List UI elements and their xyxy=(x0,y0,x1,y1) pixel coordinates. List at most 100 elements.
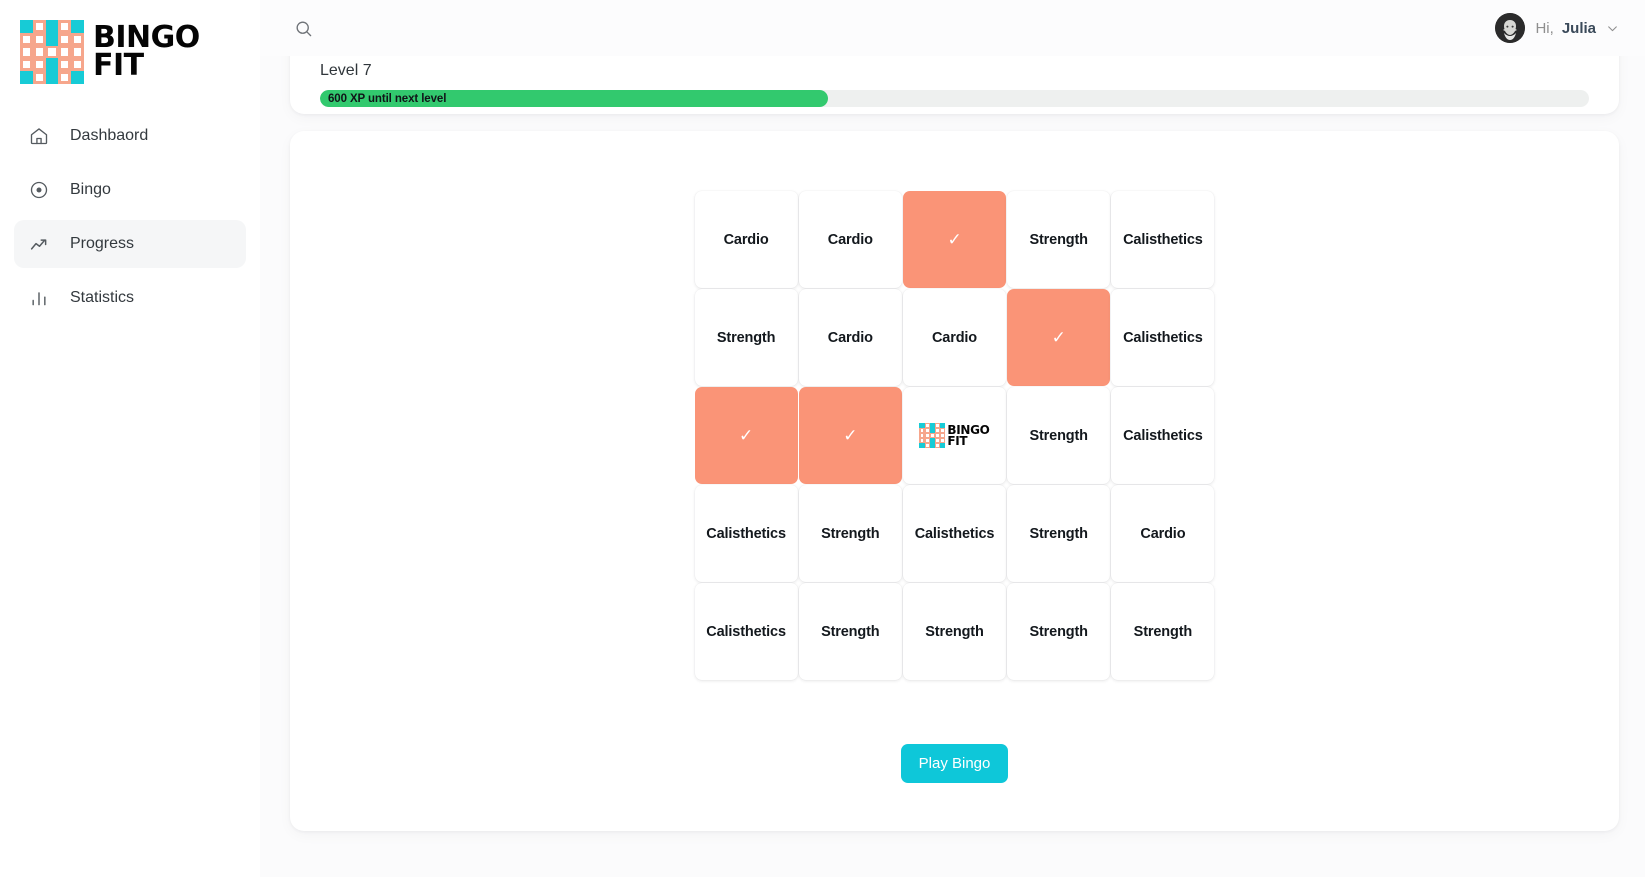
sidebar-item-dashboard-label: Dashbaord xyxy=(70,127,149,144)
sidebar-item-bingo[interactable]: Bingo xyxy=(14,166,246,214)
xp-progress-track: 600 XP until next level xyxy=(320,90,1589,107)
bingo-cell[interactable]: Strength xyxy=(798,583,902,680)
check-icon: ✓ xyxy=(739,425,754,445)
bingo-cell[interactable]: Calisthetics xyxy=(694,485,798,582)
free-space-logo: BINGO FIT xyxy=(919,422,990,449)
level-card: Level 7 600 XP until next level xyxy=(290,56,1619,114)
bingo-cell[interactable]: Strength xyxy=(1111,583,1215,680)
bingo-board-card: Cardio Cardio ✓ Strength Calisthetics Strengt… xyxy=(290,131,1619,831)
logo-cell-cyan xyxy=(71,71,84,84)
logo-cell-salmon xyxy=(71,45,84,59)
avatar xyxy=(1495,13,1526,43)
bingo-cell[interactable]: Cardio xyxy=(694,191,798,288)
bingo-cell-label: Strength xyxy=(1029,623,1088,640)
greeting-label: Hi, xyxy=(1535,19,1554,37)
page-content: Level 7 600 XP until next level Cardio Ca… xyxy=(260,56,1645,877)
check-icon: ✓ xyxy=(843,425,858,445)
user-menu[interactable]: Hi, Julia xyxy=(1495,13,1619,43)
bingo-cell[interactable]: Cardio xyxy=(798,289,902,386)
xp-progress-label: 600 XP until next level xyxy=(328,92,447,105)
logo-cell-cyan xyxy=(71,20,84,33)
sidebar-item-dashboard[interactable]: Dashbaord xyxy=(14,112,246,160)
bingo-grid: Cardio Cardio ✓ Strength Calisthetics Strengt… xyxy=(694,191,1215,680)
bingo-cell[interactable]: Calisthetics xyxy=(1111,289,1215,386)
bingo-cell-marked[interactable]: ✓ xyxy=(798,387,902,484)
topbar: Hi, Julia xyxy=(260,0,1645,56)
bingo-cell-label: Strength xyxy=(1029,231,1088,248)
logo-cell-salmon xyxy=(32,71,46,84)
bingo-cell-label: Cardio xyxy=(827,231,873,248)
bingo-cell[interactable]: Strength xyxy=(694,289,798,386)
sidebar-item-progress-label: Progress xyxy=(70,235,135,252)
logo-cell-salmon xyxy=(32,45,46,59)
main-area: Hi, Julia Level 7 600 XP until next leve… xyxy=(260,0,1645,877)
sidebar: BINGO FIT Dashbaord Bingo Progress Stati… xyxy=(0,0,260,877)
bingo-cell[interactable]: Calisthetics xyxy=(1111,387,1215,484)
bingo-cell-label: Strength xyxy=(716,329,776,346)
bingo-cell-marked[interactable]: ✓ xyxy=(1007,289,1111,386)
logo-cell-salmon xyxy=(20,58,33,72)
bingo-cell[interactable]: Cardio xyxy=(798,191,902,288)
bingo-cell-label: Strength xyxy=(821,525,880,542)
bingo-cell-label: Strength xyxy=(1029,525,1088,542)
bingo-cell[interactable]: Strength xyxy=(902,583,1007,680)
bingo-cell[interactable]: Cardio xyxy=(1111,485,1215,582)
bar-chart-icon xyxy=(28,287,50,309)
level-label: Level 7 xyxy=(320,62,372,79)
logo-cell-cyan xyxy=(45,58,59,72)
play-bingo-button[interactable]: Play Bingo xyxy=(900,744,1009,783)
sidebar-item-statistics[interactable]: Statistics xyxy=(14,274,246,322)
logo-cell-salmon xyxy=(20,45,33,59)
bingo-cell-label: Calisthetics xyxy=(706,525,786,542)
sidebar-item-statistics-label: Statistics xyxy=(70,289,135,306)
logo-cell-salmon xyxy=(58,58,72,72)
brand-logo[interactable]: BINGO FIT xyxy=(0,0,260,88)
bingo-cell[interactable]: Calisthetics xyxy=(1111,191,1215,288)
logo-cell-cyan xyxy=(45,71,59,84)
logo-cell-salmon xyxy=(32,20,46,33)
bingo-cell[interactable]: Strength xyxy=(1007,387,1111,484)
bingo-cell-marked[interactable]: ✓ xyxy=(902,191,1007,288)
logo-cell-cyan xyxy=(45,32,59,46)
target-icon xyxy=(28,179,50,201)
logo-cell-salmon xyxy=(58,71,72,84)
play-bingo-row: Play Bingo xyxy=(290,744,1619,783)
logo-cell-cyan xyxy=(940,443,946,449)
sidebar-item-bingo-label: Bingo xyxy=(70,181,111,198)
bingo-cell-label: Cardio xyxy=(723,231,769,248)
bingo-cell[interactable]: Strength xyxy=(1007,191,1111,288)
brand-line-2: FIT xyxy=(93,48,144,83)
app-root: BINGO FIT Dashbaord Bingo Progress Stati… xyxy=(0,0,1645,877)
logo-cell-salmon xyxy=(32,58,46,72)
bingo-logo-icon xyxy=(20,20,84,84)
search-icon[interactable] xyxy=(290,15,316,41)
bingo-cell[interactable]: Calisthetics xyxy=(694,583,798,680)
bingo-cell-marked[interactable]: ✓ xyxy=(694,387,798,484)
bingo-cell[interactable]: Cardio xyxy=(902,289,1007,386)
logo-cell-salmon xyxy=(71,58,84,72)
username-label: Julia xyxy=(1561,19,1596,37)
bingo-cell-label: Calisthetics xyxy=(706,623,786,640)
sidebar-item-progress[interactable]: Progress xyxy=(14,220,246,268)
sidebar-nav: Dashbaord Bingo Progress Statistics xyxy=(0,112,260,322)
bingo-cell-label: Calisthetics xyxy=(1123,427,1203,444)
bingo-cell-label: Calisthetics xyxy=(914,525,995,542)
logo-cell-cyan xyxy=(45,20,59,33)
bingo-cell[interactable]: Strength xyxy=(798,485,902,582)
bingo-cell-label: Cardio xyxy=(827,329,873,346)
bingo-cell-label: Calisthetics xyxy=(1123,231,1203,248)
bingo-cell[interactable]: Strength xyxy=(1007,583,1111,680)
logo-cell-salmon xyxy=(45,45,59,59)
logo-cell-salmon xyxy=(71,32,84,46)
bingo-logo-icon xyxy=(919,422,946,449)
logo-cell-cyan xyxy=(20,20,33,33)
check-icon: ✓ xyxy=(1051,327,1066,347)
bingo-cell[interactable]: Strength xyxy=(1007,485,1111,582)
home-icon xyxy=(28,125,50,147)
chevron-down-icon[interactable] xyxy=(1606,22,1619,35)
trending-up-icon xyxy=(28,233,50,255)
logo-cell-salmon xyxy=(32,32,46,46)
logo-cell-salmon xyxy=(58,45,72,59)
bingo-cell-label: Calisthetics xyxy=(1123,329,1203,346)
bingo-cell[interactable]: Calisthetics xyxy=(902,485,1007,582)
